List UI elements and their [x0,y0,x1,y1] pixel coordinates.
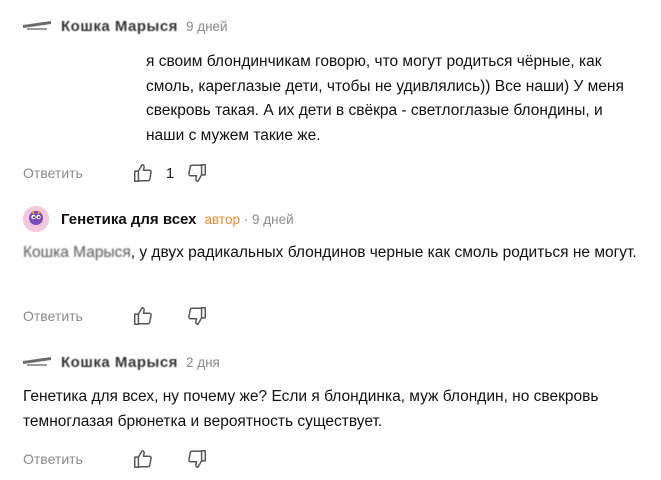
comment-actions: Ответить [23,304,209,328]
comment-actions: Ответить 1 [23,161,209,185]
reply-button[interactable]: Ответить [23,165,131,181]
thumbs-down-icon[interactable] [185,304,209,328]
comment-text: Генетика для всех, ну почему же? Если я … [23,388,599,430]
comment-text: я своим блондинчикам говорю, что могут р… [146,53,624,144]
author-name[interactable]: Генетика для всех [61,211,197,228]
author-role-badge: автор [204,211,240,227]
comment-time: 9 дней [252,211,294,227]
comment-1: Кошка Марыся 9 дней я своим блондинчикам… [0,0,661,200]
avatar[interactable] [23,206,49,232]
avatar[interactable] [23,13,49,39]
comment-time: 9 дней [185,18,228,34]
comment-header: Генетика для всех автор · 9 дней [23,206,294,232]
comment-header: Кошка Марыся 9 дней [23,13,228,39]
comment-text: Кошка Марыся, у двух радикальных блондин… [23,244,637,261]
comment-2: Генетика для всех автор · 9 дней Кошка М… [0,200,661,340]
thumbs-down-icon[interactable] [185,161,209,185]
thumbs-up-icon[interactable] [131,161,155,185]
comment-3: Кошка Марыся 2 дня Генетика для всех, ну… [0,340,661,480]
comment-meta: автор · 9 дней [205,212,294,227]
avatar[interactable] [23,349,49,375]
thumbs-up-icon[interactable] [131,304,155,328]
thumbs-down-icon[interactable] [185,447,209,471]
reply-button[interactable]: Ответить [23,308,131,324]
likes-count: 1 [165,164,175,182]
mention-link[interactable]: Кошка Марыся [23,244,131,261]
author-name[interactable]: Кошка Марыся [61,354,178,371]
author-name[interactable]: Кошка Марыся [61,18,178,35]
comment-time: 2 дня [185,354,220,370]
reply-button[interactable]: Ответить [23,451,131,467]
thumbs-up-icon[interactable] [131,447,155,471]
comment-header: Кошка Марыся 2 дня [23,349,220,375]
comment-actions: Ответить [23,447,209,471]
separator: · [243,211,249,227]
